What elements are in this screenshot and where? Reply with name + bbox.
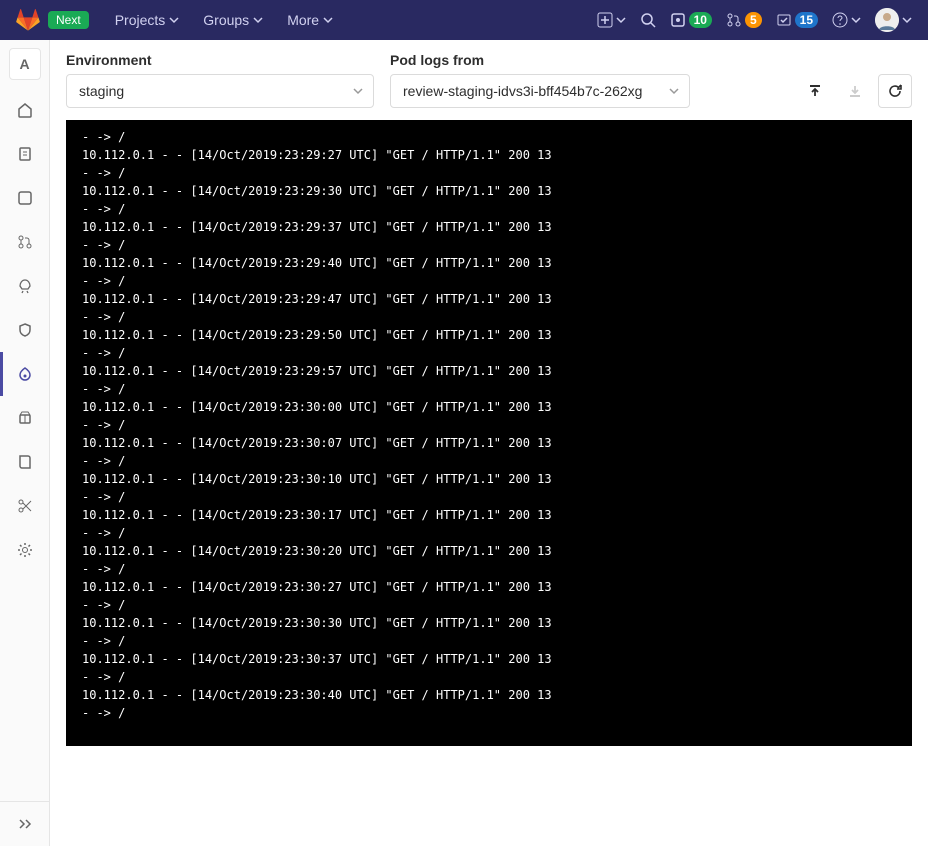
user-avatar-icon <box>875 8 899 32</box>
chevron-down-icon <box>851 15 861 25</box>
environment-group: Environment staging <box>66 52 374 108</box>
sidebar-item-operations[interactable] <box>0 352 50 396</box>
todos-count: 15 <box>795 12 818 28</box>
pod-dropdown[interactable]: review-staging-idvs3i-bff454b7c-262xg <box>390 74 690 108</box>
chevron-down-icon <box>353 86 363 96</box>
sidebar-item-overview[interactable] <box>0 88 50 132</box>
refresh-button[interactable] <box>878 74 912 108</box>
home-icon <box>17 102 33 118</box>
sidebar-item-packages[interactable] <box>0 396 50 440</box>
pod-group: Pod logs from review-staging-idvs3i-bff4… <box>390 52 690 108</box>
todos-link[interactable]: 15 <box>776 12 818 28</box>
nav-more[interactable]: More <box>277 6 343 34</box>
scroll-to-bottom-button[interactable] <box>838 74 872 108</box>
environment-dropdown[interactable]: staging <box>66 74 374 108</box>
main-content: Environment staging Pod logs from review… <box>50 40 928 846</box>
sidebar-item-issues[interactable] <box>0 176 50 220</box>
sidebar-item-repository[interactable] <box>0 132 50 176</box>
nav-groups[interactable]: Groups <box>193 6 273 34</box>
sidebar-item-ci-cd[interactable] <box>0 264 50 308</box>
todos-icon <box>776 12 792 28</box>
pod-label: Pod logs from <box>390 52 690 68</box>
left-sidebar: A <box>0 40 50 846</box>
doc-icon <box>17 146 33 162</box>
chevron-down-icon <box>169 15 179 25</box>
mr-count: 5 <box>745 12 762 28</box>
chevron-down-icon <box>669 86 679 96</box>
sidebar-item-security[interactable] <box>0 308 50 352</box>
merge-requests-link[interactable]: 5 <box>726 12 762 28</box>
scroll-down-icon <box>847 83 863 99</box>
sidebar-top: A <box>0 40 49 801</box>
project-avatar[interactable]: A <box>9 48 41 80</box>
top-nav-items: Projects Groups More <box>105 6 343 34</box>
issues-link[interactable]: 10 <box>670 12 712 28</box>
gitlab-logo-icon[interactable] <box>16 8 40 32</box>
rocket-icon <box>17 278 33 294</box>
nav-label: Projects <box>115 12 166 28</box>
sidebar-item-merge-requests[interactable] <box>0 220 50 264</box>
search-icon <box>640 12 656 28</box>
plus-icon <box>597 12 613 28</box>
chevron-down-icon <box>616 15 626 25</box>
chevron-down-icon <box>902 15 912 25</box>
scissors-icon <box>17 498 33 514</box>
shield-icon <box>17 322 33 338</box>
merge-request-icon <box>726 12 742 28</box>
gear-icon <box>17 542 33 558</box>
book-icon <box>17 454 33 470</box>
merge-request-icon <box>17 234 33 250</box>
scroll-to-top-button[interactable] <box>798 74 832 108</box>
user-menu[interactable] <box>875 8 912 32</box>
scroll-up-icon <box>807 83 823 99</box>
controls-right <box>798 74 912 108</box>
environment-label: Environment <box>66 52 374 68</box>
chevron-double-right-icon <box>17 816 33 832</box>
nav-label: Groups <box>203 12 249 28</box>
new-dropdown[interactable] <box>597 12 626 28</box>
issues-icon <box>670 12 686 28</box>
question-icon <box>832 12 848 28</box>
pod-value: review-staging-idvs3i-bff454b7c-262xg <box>403 83 642 99</box>
nav-projects[interactable]: Projects <box>105 6 190 34</box>
issues-icon <box>17 190 33 206</box>
topbar-right: 10 5 15 <box>597 8 912 32</box>
sidebar-item-settings[interactable] <box>0 528 50 572</box>
sidebar-item-snippets[interactable] <box>0 484 50 528</box>
top-navbar: Next Projects Groups More 10 5 <box>0 0 928 40</box>
environment-value: staging <box>79 83 124 99</box>
package-icon <box>17 410 33 426</box>
controls-row: Environment staging Pod logs from review… <box>50 40 928 120</box>
search-button[interactable] <box>640 12 656 28</box>
sidebar-bottom <box>0 801 49 846</box>
chevron-down-icon <box>323 15 333 25</box>
operations-icon <box>17 366 33 382</box>
refresh-icon <box>887 83 903 99</box>
issues-count: 10 <box>689 12 712 28</box>
layout: A <box>0 40 928 846</box>
sidebar-collapse-button[interactable] <box>0 802 50 846</box>
help-dropdown[interactable] <box>832 12 861 28</box>
chevron-down-icon <box>253 15 263 25</box>
log-viewer[interactable]: - -> / 10.112.0.1 - - [14/Oct/2019:23:29… <box>66 120 912 746</box>
nav-label: More <box>287 12 319 28</box>
sidebar-item-wiki[interactable] <box>0 440 50 484</box>
next-badge[interactable]: Next <box>48 11 89 29</box>
logo-area: Next <box>16 8 89 32</box>
